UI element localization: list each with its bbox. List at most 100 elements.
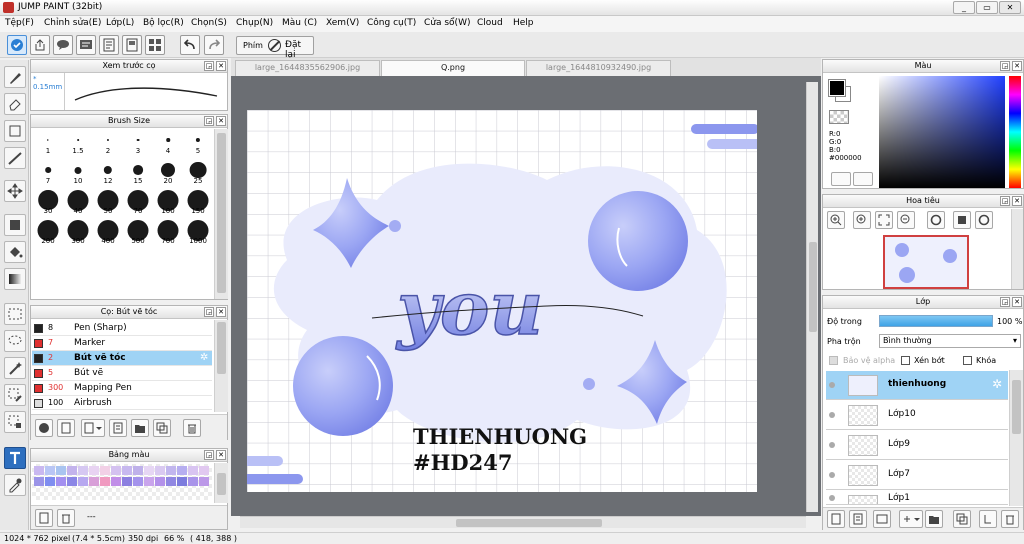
fill-rect-tool-icon[interactable] <box>4 214 26 236</box>
clip-checkbox[interactable] <box>901 356 910 365</box>
menu-file[interactable]: Tệp(F) <box>5 18 34 28</box>
copy-icon[interactable] <box>953 510 971 528</box>
rotate-right-icon[interactable] <box>975 211 993 229</box>
fit-screen-icon[interactable] <box>875 211 893 229</box>
color-swatch[interactable] <box>34 477 44 486</box>
menu-edit[interactable]: Chỉnh sửa(E) <box>44 18 101 28</box>
panel-float-icon[interactable]: ◲ <box>204 116 214 126</box>
color-picker-square[interactable] <box>879 76 1005 188</box>
list-item[interactable]: 7 Marker <box>32 336 212 351</box>
panel-float-icon[interactable]: ◲ <box>1000 61 1010 71</box>
select-eraser-icon[interactable] <box>4 411 26 433</box>
panel-float-icon[interactable]: ◲ <box>1000 297 1010 307</box>
redo-icon[interactable] <box>204 35 224 55</box>
color-swatch[interactable] <box>67 477 77 486</box>
menu-help[interactable]: Help <box>513 18 534 28</box>
hue-slider[interactable] <box>1009 76 1021 188</box>
brush-size-option[interactable]: 10 <box>63 161 93 185</box>
color-swatch[interactable] <box>89 477 99 486</box>
brush-size-option[interactable]: 25 <box>183 161 213 185</box>
brush-tool-icon[interactable] <box>4 66 26 88</box>
brush-size-scrollbar[interactable] <box>214 129 228 299</box>
layer-row[interactable]: Lớp1 <box>826 491 1008 505</box>
brush-size-option[interactable]: 70 <box>123 190 153 215</box>
layer-row-selected[interactable]: thienhuong ✲ <box>826 371 1008 400</box>
menu-select[interactable]: Chọn(S) <box>191 18 227 28</box>
color-swatch[interactable] <box>122 477 132 486</box>
navigator-scrollbar[interactable] <box>1011 209 1023 289</box>
brush-size-option[interactable]: 15 <box>123 161 153 185</box>
gear-icon[interactable]: ✲ <box>200 352 208 363</box>
list-item[interactable]: 8 Pen (Sharp) <box>32 321 212 336</box>
menu-capture[interactable]: Chụp(N) <box>236 18 273 28</box>
add-brush-icon[interactable] <box>35 419 53 437</box>
blend-mode-select[interactable]: Bình thường ▾ <box>879 334 1021 348</box>
reset-button[interactable]: Đặt lại <box>285 40 313 60</box>
select-pen-icon[interactable] <box>4 384 26 406</box>
color-swatch[interactable] <box>166 466 176 475</box>
panel-close-icon[interactable]: ✕ <box>216 450 226 460</box>
artboard[interactable]: you THIENHUONG #HD247 <box>247 110 757 492</box>
message-icon[interactable] <box>76 35 96 55</box>
line-tool-icon[interactable] <box>4 147 26 169</box>
brush-size-option[interactable]: 500 <box>123 220 153 245</box>
brush-size-option[interactable]: 400 <box>93 220 123 245</box>
navigator-thumbnail[interactable] <box>883 235 969 289</box>
lock-checkbox[interactable] <box>963 356 972 365</box>
canvas-hscrollbar[interactable] <box>240 516 806 528</box>
palette-scrollbar[interactable] <box>214 463 228 503</box>
color-swatch[interactable] <box>188 477 198 486</box>
minimize-button[interactable]: _ <box>953 1 975 14</box>
color-mode-icon[interactable] <box>853 172 873 186</box>
panel-float-icon[interactable]: ◲ <box>204 450 214 460</box>
brush-size-option[interactable]: 300 <box>63 220 93 245</box>
color-swatch[interactable] <box>111 466 121 475</box>
brush-size-option[interactable]: 700 <box>153 220 183 245</box>
move-tool-icon[interactable] <box>4 180 26 202</box>
brush-menu-icon[interactable] <box>81 419 105 437</box>
color-swatch[interactable] <box>45 477 55 486</box>
brush-size-option[interactable]: 7 <box>33 161 63 185</box>
color-swatch[interactable] <box>111 477 121 486</box>
brush-size-option[interactable]: 40 <box>63 190 93 215</box>
eye-icon[interactable] <box>829 472 835 478</box>
check-icon[interactable] <box>7 35 27 55</box>
protect-alpha-checkbox[interactable] <box>829 356 838 365</box>
brush-doc-icon[interactable] <box>109 419 127 437</box>
menu-cloud[interactable]: Cloud <box>477 18 503 28</box>
brush-size-option[interactable]: 5 <box>183 131 213 155</box>
eraser-tool-icon[interactable] <box>4 93 26 115</box>
magic-wand-icon[interactable] <box>4 357 26 379</box>
transparent-color-swatch[interactable] <box>829 110 849 124</box>
fit-canvas-icon[interactable] <box>953 211 971 229</box>
color-swatch[interactable] <box>78 477 88 486</box>
menu-filter[interactable]: Bộ lọc(R) <box>143 18 184 28</box>
layer-scrollbar[interactable] <box>1009 370 1023 506</box>
brush-size-option[interactable]: 30 <box>33 190 63 215</box>
color-swatch[interactable] <box>67 466 77 475</box>
color-swatch[interactable] <box>56 466 66 475</box>
panel-float-icon[interactable]: ◲ <box>204 61 214 71</box>
new-swatch-icon[interactable] <box>35 509 53 527</box>
color-swatch[interactable] <box>133 466 143 475</box>
color-swatch[interactable] <box>188 466 198 475</box>
layer-row[interactable]: Lớp7 <box>826 461 1008 490</box>
opacity-slider[interactable] <box>879 315 993 327</box>
tab-q-png[interactable]: Q.png <box>381 60 525 76</box>
brush-size-option[interactable]: 1.5 <box>63 131 93 155</box>
brush-size-option[interactable]: 12 <box>93 161 123 185</box>
color-swatch[interactable] <box>100 477 110 486</box>
brush-size-option[interactable]: 1000 <box>183 220 213 245</box>
eyedropper-tool-icon[interactable] <box>4 474 26 496</box>
rotate-left-icon[interactable] <box>927 211 945 229</box>
copy-icon[interactable] <box>153 419 171 437</box>
folder-icon[interactable] <box>131 419 149 437</box>
color-swatch[interactable] <box>199 466 209 475</box>
zoom-out-icon[interactable] <box>897 211 915 229</box>
brush-size-option[interactable]: 150 <box>183 190 213 215</box>
close-button[interactable]: ✕ <box>999 1 1021 14</box>
select-rect-icon[interactable] <box>4 303 26 325</box>
menu-view[interactable]: Xem(V) <box>326 18 359 28</box>
trash-icon[interactable] <box>183 419 201 437</box>
eye-icon[interactable] <box>829 495 835 501</box>
